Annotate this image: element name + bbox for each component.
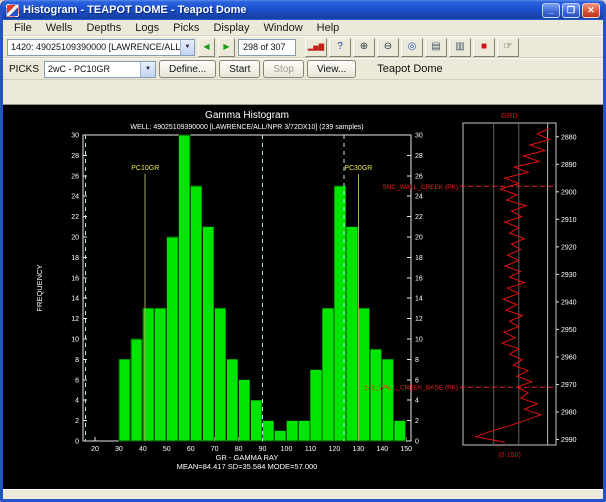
svg-text:70: 70 [211, 446, 219, 453]
refresh-button[interactable]: ◎ [401, 38, 423, 57]
svg-text:6: 6 [75, 377, 79, 384]
svg-text:2940: 2940 [561, 299, 577, 306]
svg-text:SNC_WALL_CREEK (PK): SNC_WALL_CREEK (PK) [382, 184, 458, 191]
svg-text:MEAN=84.417 SD=35.584 MODE=57.: MEAN=84.417 SD=35.584 MODE=57.000 [177, 462, 318, 471]
menu-item-depths[interactable]: Depths [79, 21, 128, 35]
menu-item-display[interactable]: Display [206, 21, 256, 35]
svg-text:2890: 2890 [561, 162, 577, 169]
svg-text:12: 12 [71, 316, 79, 323]
svg-text:14: 14 [71, 296, 79, 303]
svg-text:FREQUENCY: FREQUENCY [35, 264, 44, 311]
stop-button[interactable]: Stop [263, 60, 304, 78]
gr-log-track: GRD 2880 2890 2900 2910 2920 2930 2940 2950 2960 2… [333, 109, 599, 461]
define-button[interactable]: Define... [159, 60, 216, 78]
header-spacer [3, 80, 603, 104]
project-title: Teapot Dome [377, 63, 442, 75]
well-toolbar: 1420: 49025109390000 [LAWRENCE/ALL/N ▼ ◀… [3, 36, 603, 58]
zoom-in-button[interactable]: ⊕ [353, 38, 375, 57]
prev-arrow-icon: ◀ [203, 43, 209, 51]
svg-text:110: 110 [305, 446, 316, 453]
svg-text:28: 28 [71, 153, 79, 160]
svg-text:90: 90 [259, 446, 267, 453]
svg-text:16: 16 [71, 275, 79, 282]
chevron-down-icon[interactable]: ▼ [140, 62, 155, 77]
well-selector-value: 1420: 49025109390000 [LAWRENCE/ALL/N [8, 40, 180, 55]
svg-text:Gamma Histogram: Gamma Histogram [205, 110, 289, 121]
svg-text:18: 18 [71, 255, 79, 262]
next-well-button[interactable]: ▶ [218, 38, 235, 57]
zoom-out-button[interactable]: ⊖ [377, 38, 399, 57]
app-window: Histogram - TEAPOT DOME - Teapot Dome _ … [0, 0, 606, 502]
svg-text:2990: 2990 [561, 437, 577, 444]
menubar: FileWellsDepthsLogsPicksDisplayWindowHel… [3, 20, 603, 36]
titlebar[interactable]: Histogram - TEAPOT DOME - Teapot Dome _ … [3, 0, 603, 20]
svg-text:2970: 2970 [561, 382, 577, 389]
app-icon [6, 4, 19, 17]
menu-item-logs[interactable]: Logs [128, 21, 166, 35]
picks-label: PICKS [7, 64, 41, 75]
svg-text:2950: 2950 [561, 327, 577, 334]
svg-text:2: 2 [75, 418, 79, 425]
close-button[interactable]: ✕ [582, 3, 600, 18]
svg-text:30: 30 [115, 446, 123, 453]
print-button[interactable]: ▤ [425, 38, 447, 57]
svg-text:2~2_WALL_CREEK_BASE (PK): 2~2_WALL_CREEK_BASE (PK) [364, 385, 458, 392]
svg-text:8: 8 [75, 357, 79, 364]
svg-text:80: 80 [235, 446, 243, 453]
svg-text:2960: 2960 [561, 354, 577, 361]
svg-text:GRD: GRD [501, 111, 518, 120]
svg-text:24: 24 [71, 194, 79, 201]
well-selector[interactable]: 1420: 49025109390000 [LAWRENCE/ALL/N ▼ [7, 39, 195, 56]
chevron-down-icon[interactable]: ▼ [180, 40, 194, 55]
svg-text:30: 30 [71, 133, 79, 140]
svg-text:50: 50 [163, 446, 171, 453]
svg-text:20: 20 [71, 235, 79, 242]
svg-text:10: 10 [71, 337, 79, 344]
picks-selector-value: 2wC - PC10GR [45, 62, 140, 77]
svg-text:(0-150): (0-150) [498, 452, 521, 459]
help-button[interactable]: ? [329, 38, 351, 57]
svg-text:2980: 2980 [561, 409, 577, 416]
prev-well-button[interactable]: ◀ [198, 38, 215, 57]
menu-item-window[interactable]: Window [257, 21, 310, 35]
minimize-button[interactable]: _ [542, 3, 560, 18]
menu-item-wells[interactable]: Wells [39, 21, 80, 35]
record-stop-button[interactable]: ■ [473, 38, 495, 57]
histogram-chart-button[interactable]: ▂▅▇ [305, 38, 327, 57]
svg-text:0: 0 [75, 439, 79, 446]
svg-text:100: 100 [281, 446, 293, 453]
export-button[interactable]: ▥ [449, 38, 471, 57]
menu-item-file[interactable]: File [7, 21, 39, 35]
svg-text:4: 4 [75, 398, 79, 405]
svg-text:60: 60 [187, 446, 195, 453]
plot-area: Gamma Histogram WELL: 49025109390000 [LAW… [3, 104, 603, 489]
svg-text:2910: 2910 [561, 217, 577, 224]
next-arrow-icon: ▶ [223, 43, 229, 51]
toolbar-icon-group: ▂▅▇?⊕⊖◎▤▥■☞ [305, 38, 519, 57]
svg-text:PC10GR: PC10GR [131, 165, 159, 172]
svg-text:GR - GAMMA RAY: GR - GAMMA RAY [216, 453, 279, 462]
svg-text:2900: 2900 [561, 189, 577, 196]
svg-text:WELL: 49025109390000 [LAWRENCE: WELL: 49025109390000 [LAWRENCE/ALL/NPR 3… [130, 124, 363, 131]
svg-text:2880: 2880 [561, 134, 577, 141]
maximize-button[interactable]: ❐ [562, 3, 580, 18]
window-title: Histogram - TEAPOT DOME - Teapot Dome [23, 4, 542, 16]
svg-text:2920: 2920 [561, 244, 577, 251]
view-button[interactable]: View... [307, 60, 356, 78]
menu-item-picks[interactable]: Picks [166, 21, 206, 35]
svg-text:20: 20 [91, 446, 99, 453]
start-button[interactable]: Start [219, 60, 260, 78]
svg-text:40: 40 [139, 446, 147, 453]
svg-text:2930: 2930 [561, 272, 577, 279]
picks-toolbar: PICKS 2wC - PC10GR ▼ Define... Start Sto… [3, 58, 603, 80]
svg-text:26: 26 [71, 173, 79, 180]
menu-item-help[interactable]: Help [310, 21, 347, 35]
svg-text:22: 22 [71, 214, 79, 221]
pan-hand-button[interactable]: ☞ [497, 38, 519, 57]
status-bar [3, 489, 603, 499]
well-counter-field[interactable]: 298 of 307 [238, 39, 296, 56]
picks-selector[interactable]: 2wC - PC10GR ▼ [44, 61, 156, 78]
